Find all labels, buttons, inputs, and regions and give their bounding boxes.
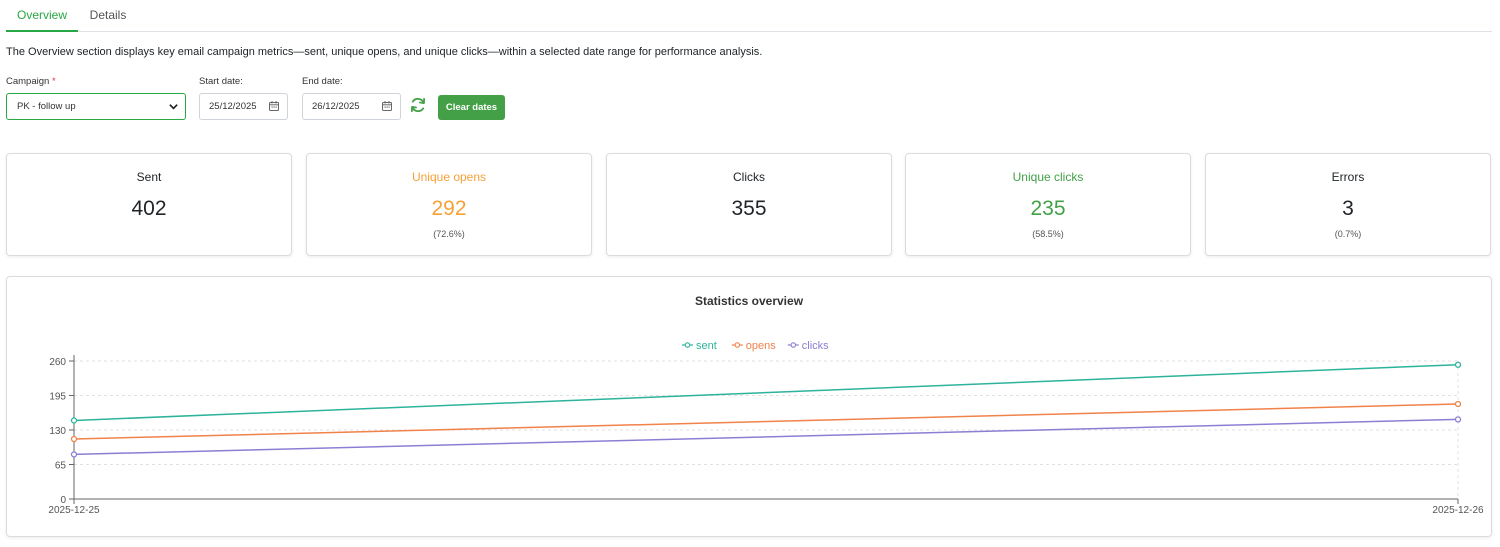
y-tick-label: 195 (49, 392, 66, 403)
tab-bar: Overview Details (6, 0, 1492, 32)
series-line-opens (73, 403, 1459, 440)
metric-card-unique-opens: Unique opens 292 (72.6%) (306, 153, 592, 256)
data-point-opens (1454, 400, 1462, 408)
y-tick-label: 65 (55, 461, 67, 472)
x-tick-label: 2025-12-26 (1432, 505, 1484, 516)
metric-value: 292 (431, 197, 467, 220)
metric-card-errors: Errors 3 (0.7%) (1205, 153, 1491, 256)
metric-title: Errors (1331, 170, 1365, 184)
metric-title: Unique clicks (1012, 170, 1084, 184)
data-point-sent (70, 417, 78, 424)
metric-title: Clicks (733, 170, 765, 184)
start-date-input[interactable]: 25/12/2025 (199, 93, 288, 120)
metric-title: Sent (136, 170, 162, 184)
metric-percentage: (58.5%) (1032, 229, 1064, 239)
y-tick-label: 260 (49, 357, 66, 368)
metric-percentage: (72.6%) (433, 229, 465, 239)
campaign-select-value: PK - follow up (17, 101, 76, 112)
start-date-value: 25/12/2025 (209, 101, 257, 112)
series-line-sent (73, 363, 1459, 422)
x-tick-label: 2025-12-25 (48, 505, 100, 516)
metric-percentage: (0.7%) (1334, 229, 1362, 239)
metric-title: Unique opens (411, 170, 487, 184)
metric-value: 355 (731, 197, 767, 220)
chevron-down-icon (169, 104, 178, 110)
calendar-icon[interactable] (269, 101, 279, 111)
metric-value: 3 (1342, 197, 1354, 220)
overview-description: The Overview section displays key email … (6, 46, 763, 58)
data-point-clicks (1454, 416, 1462, 423)
statistics-line-chart: 0651301952602025-12-25 2025-12-26sent open… (48, 340, 1484, 516)
end-date-label: End date: (302, 76, 343, 87)
legend-marker-dot (734, 342, 741, 348)
data-point-opens (70, 435, 78, 443)
tab-overview[interactable]: Overview (6, 0, 78, 32)
required-mark: * (51, 76, 56, 87)
refresh-icon[interactable] (409, 96, 427, 114)
campaign-select[interactable]: PK - follow up (6, 93, 186, 120)
legend-item-opens: opens (746, 340, 776, 352)
metric-value: 402 (131, 197, 167, 220)
y-tick-label: 130 (49, 426, 66, 437)
end-date-input[interactable]: 26/12/2025 (302, 93, 401, 120)
metric-value: 235 (1030, 197, 1066, 220)
clear-dates-button[interactable]: Clear dates (438, 95, 505, 120)
start-date-label: Start date: (199, 76, 243, 87)
legend-marker-dot (790, 342, 797, 348)
data-point-clicks (70, 451, 78, 458)
metric-card-clicks: Clicks 355 (606, 153, 892, 256)
end-date-value: 26/12/2025 (312, 101, 360, 112)
metric-card-sent: Sent 402 (6, 153, 292, 256)
tab-details[interactable]: Details (80, 0, 136, 32)
legend-item-clicks: clicks (802, 340, 829, 352)
legend-marker-dot (684, 342, 691, 348)
campaign-label: Campaign * (6, 76, 56, 87)
series-line-clicks (73, 418, 1459, 456)
legend-item-sent: sent (696, 340, 717, 352)
data-point-sent (1454, 361, 1462, 368)
metric-card-unique-clicks: Unique clicks 235 (58.5%) (905, 153, 1191, 256)
statistics-chart-card: Statistics overview 0 65 130 195 260 2025-12-… (6, 276, 1492, 537)
calendar-icon[interactable] (382, 101, 392, 111)
campaign-label-text: Campaign (6, 76, 50, 87)
